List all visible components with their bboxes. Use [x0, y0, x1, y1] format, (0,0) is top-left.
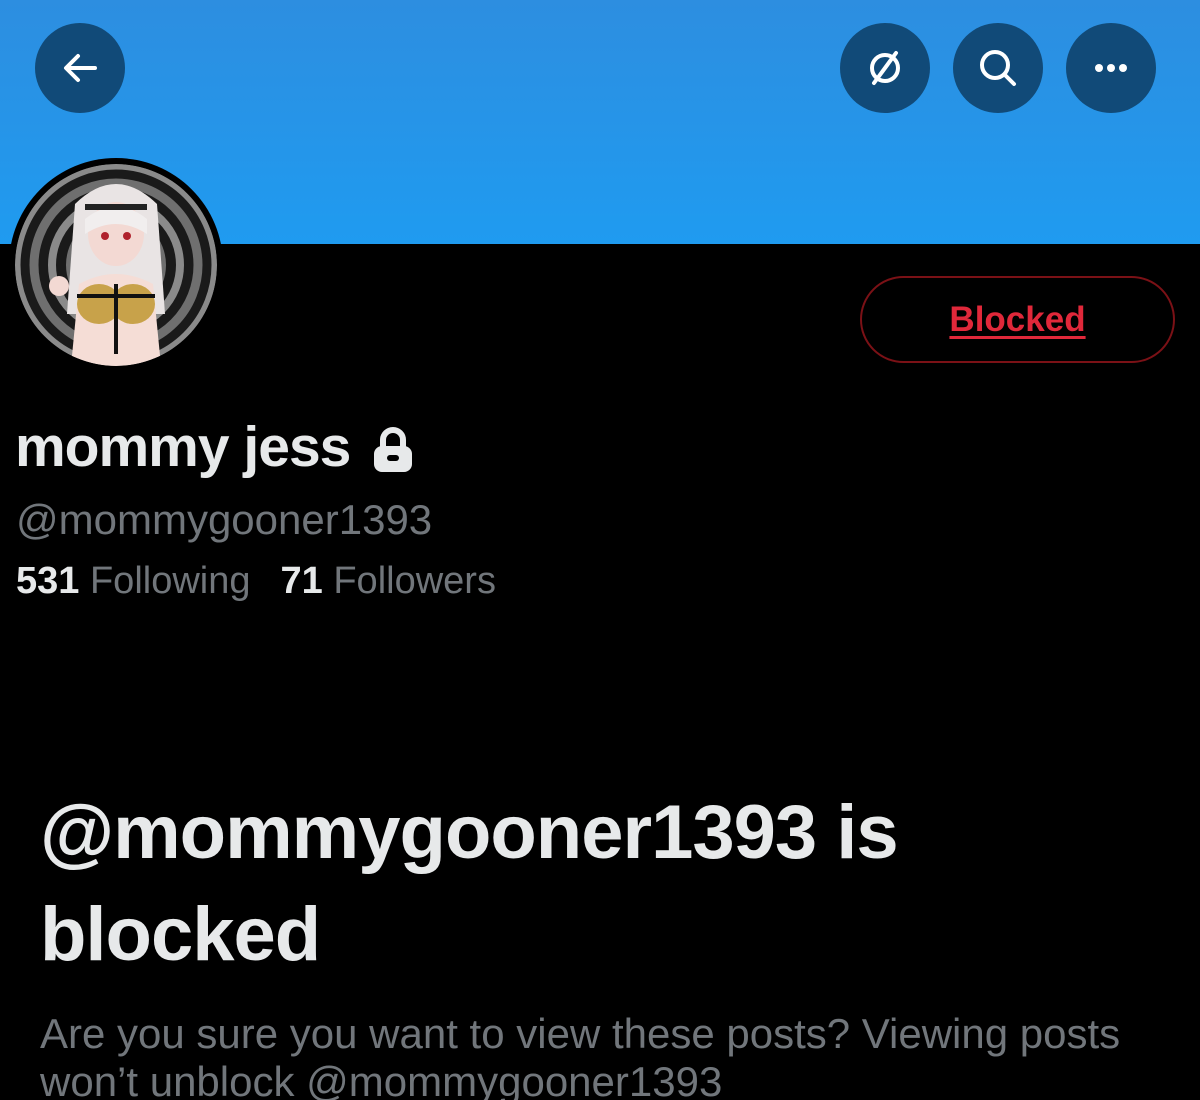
following-link[interactable]: 531 Following [16, 560, 251, 602]
more-options-button[interactable] [1066, 23, 1156, 113]
followers-count: 71 [280, 560, 323, 602]
back-button[interactable] [35, 23, 125, 113]
blocked-notice-title: @mommygooner1393 is blocked [40, 790, 899, 977]
blocked-notice-description: Are you sure you want to view these post… [40, 1010, 1121, 1100]
following-label: Following [89, 560, 251, 602]
avatar-image [15, 164, 217, 366]
blocked-button[interactable]: Blocked [860, 276, 1175, 363]
followers-link[interactable]: 71 Followers [281, 560, 496, 602]
display-name-text: mommy jess [15, 415, 351, 479]
display-name: mommy jess [15, 414, 414, 480]
profile-handle: @mommygooner1393 [16, 496, 433, 543]
avatar[interactable] [9, 158, 223, 372]
search-icon [980, 50, 1016, 86]
blocked-button-label: Blocked [949, 299, 1086, 339]
more-horizontal-icon [1095, 64, 1127, 72]
eye-slash-icon [870, 51, 900, 85]
arrow-left-icon [64, 54, 97, 82]
profile-page: Blocked mommy jess @mommygooner1393 531 … [0, 0, 1200, 1100]
followers-label: Followers [333, 560, 496, 602]
following-count: 531 [16, 560, 80, 602]
lock-icon [374, 427, 413, 472]
grok-button[interactable] [840, 23, 930, 113]
search-button[interactable] [953, 23, 1043, 113]
follow-stats: 531 Following 71 Followers [16, 560, 496, 603]
